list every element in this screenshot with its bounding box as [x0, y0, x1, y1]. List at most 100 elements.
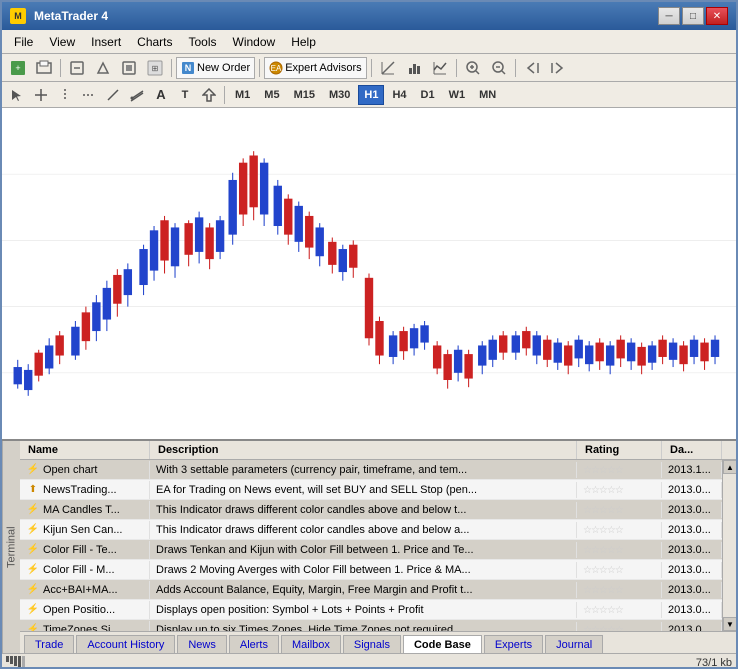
cell-name: ⚡ Open chart — [20, 461, 150, 479]
row-name: Color Fill - M... — [43, 564, 115, 576]
row-name: Acc+BAI+MA... — [43, 584, 118, 596]
window-title: MetaTrader 4 — [34, 9, 108, 23]
table-row[interactable]: ⚡ Open Positio... Displays open position… — [20, 600, 722, 620]
horizontal-line-tool[interactable] — [78, 85, 100, 105]
period-m5[interactable]: M5 — [258, 85, 285, 105]
star-rating: ☆☆☆☆☆ — [583, 525, 623, 536]
cell-rating: ☆☆☆☆☆ — [577, 562, 662, 578]
text-tool-2[interactable]: T — [174, 85, 196, 105]
tab-trade[interactable]: Trade — [24, 635, 74, 653]
col-rating: Rating — [577, 441, 662, 459]
scroll-bar[interactable]: ▲ ▼ — [722, 460, 736, 631]
toolbar-chart-2[interactable] — [402, 57, 426, 79]
table-row[interactable]: ⚡ Acc+BAI+MA... Adds Account Balance, Eq… — [20, 580, 722, 600]
new-order-button[interactable]: N New Order — [176, 57, 255, 79]
period-w1[interactable]: W1 — [443, 85, 472, 105]
menu-charts[interactable]: Charts — [129, 33, 180, 51]
svg-text:⊞: ⊞ — [152, 64, 159, 73]
tab-experts[interactable]: Experts — [484, 635, 543, 653]
cell-name: ⚡ Color Fill - M... — [20, 561, 150, 579]
zoom-in-button[interactable] — [461, 57, 485, 79]
period-h4[interactable]: H4 — [386, 85, 412, 105]
row-icon: ⚡ — [26, 563, 40, 577]
toolbar-btn-2[interactable] — [32, 57, 56, 79]
cell-date: 2013.0... — [662, 582, 722, 598]
tab-alerts[interactable]: Alerts — [229, 635, 279, 653]
star-rating: ☆☆☆☆☆ — [583, 585, 623, 596]
table-row[interactable]: ⚡ Color Fill - M... Draws 2 Moving Averg… — [20, 560, 722, 580]
toolbar-chart-1[interactable] — [376, 57, 400, 79]
menu-file[interactable]: File — [6, 33, 41, 51]
table-row[interactable]: ⚡ Open chart With 3 settable parameters … — [20, 460, 722, 480]
cell-rating: ☆☆☆☆☆ — [577, 522, 662, 538]
status-text: 73/1 kb — [696, 657, 732, 669]
menu-insert[interactable]: Insert — [83, 33, 129, 51]
chart-area[interactable] — [2, 108, 736, 439]
crosshair-tool[interactable] — [30, 85, 52, 105]
text-tool[interactable]: A — [150, 85, 172, 105]
status-left — [6, 656, 25, 669]
cell-description: This Indicator draws different color can… — [150, 502, 577, 518]
tab-code-base[interactable]: Code Base — [403, 635, 482, 653]
cell-name: ⚡ Kijun Sen Can... — [20, 521, 150, 539]
cell-name: ⚡ Color Fill - Te... — [20, 541, 150, 559]
row-name: Kijun Sen Can... — [43, 524, 123, 536]
row-name: NewsTrading... — [43, 484, 117, 496]
svg-text:EA: EA — [271, 64, 282, 73]
bottom-tabs: TradeAccount HistoryNewsAlertsMailboxSig… — [20, 631, 736, 653]
arrow-tool[interactable] — [198, 85, 220, 105]
menu-tools[interactable]: Tools — [181, 33, 225, 51]
minimize-button[interactable]: ─ — [658, 7, 680, 25]
menu-window[interactable]: Window — [225, 33, 284, 51]
star-rating: ☆☆☆☆☆ — [583, 505, 623, 516]
toolbar-btn-3[interactable] — [65, 57, 89, 79]
tab-account-history[interactable]: Account History — [76, 635, 175, 653]
cell-description: Draws 2 Moving Averges with Color Fill b… — [150, 562, 577, 578]
zoom-out-button[interactable] — [487, 57, 511, 79]
row-name: Color Fill - Te... — [43, 544, 117, 556]
close-button[interactable]: ✕ — [706, 7, 728, 25]
scroll-up-btn[interactable]: ▲ — [723, 460, 736, 474]
tab-mailbox[interactable]: Mailbox — [281, 635, 341, 653]
table-row[interactable]: ⚡ Kijun Sen Can... This Indicator draws … — [20, 520, 722, 540]
menu-view[interactable]: View — [41, 33, 83, 51]
menu-help[interactable]: Help — [283, 33, 324, 51]
cell-rating: ☆☆☆☆☆ — [577, 622, 662, 632]
table-body: ⚡ Open chart With 3 settable parameters … — [20, 460, 736, 631]
scroll-track[interactable] — [723, 474, 736, 617]
table-row[interactable]: ⬆ NewsTrading... EA for Trading on News … — [20, 480, 722, 500]
expert-advisors-button[interactable]: EA Expert Advisors — [264, 57, 366, 79]
toolbar-btn-1[interactable]: + — [6, 57, 30, 79]
parallel-lines-tool[interactable] — [126, 85, 148, 105]
table-row[interactable]: ⚡ Color Fill - Te... Draws Tenkan and Ki… — [20, 540, 722, 560]
cell-description: Displays open position: Symbol + Lots + … — [150, 602, 577, 618]
period-mn[interactable]: MN — [473, 85, 502, 105]
toolbar-btn-5[interactable] — [117, 57, 141, 79]
trendline-tool[interactable] — [102, 85, 124, 105]
toolbar-chart-3[interactable] — [428, 57, 452, 79]
period-m15[interactable]: M15 — [288, 85, 321, 105]
row-icon: ⚡ — [26, 603, 40, 617]
toolbar-btn-6[interactable]: ⊞ — [143, 57, 167, 79]
cell-name: ⚡ Open Positio... — [20, 601, 150, 619]
cell-date: 2013.0... — [662, 522, 722, 538]
tab-news[interactable]: News — [177, 635, 227, 653]
maximize-button[interactable]: □ — [682, 7, 704, 25]
tab-journal[interactable]: Journal — [545, 635, 603, 653]
table-row[interactable]: ⚡ TimeZones Si... Display up to six Time… — [20, 620, 722, 631]
period-m30[interactable]: M30 — [323, 85, 356, 105]
scroll-left-button[interactable] — [520, 57, 544, 79]
period-m1[interactable]: M1 — [229, 85, 256, 105]
table-row[interactable]: ⚡ MA Candles T... This Indicator draws d… — [20, 500, 722, 520]
scroll-right-button[interactable] — [546, 57, 570, 79]
tab-signals[interactable]: Signals — [343, 635, 401, 653]
toolbar-btn-4[interactable] — [91, 57, 115, 79]
cursor-tool[interactable] — [6, 85, 28, 105]
vertical-line-tool[interactable] — [54, 85, 76, 105]
period-h1[interactable]: H1 — [358, 85, 384, 105]
scroll-down-btn[interactable]: ▼ — [723, 617, 736, 631]
cell-date: 2013.0... — [662, 542, 722, 558]
toolbar-1: + ⊞ N New Order EA Expert Advisors — [2, 54, 736, 82]
cell-date: 2013.1... — [662, 462, 722, 478]
period-d1[interactable]: D1 — [415, 85, 441, 105]
